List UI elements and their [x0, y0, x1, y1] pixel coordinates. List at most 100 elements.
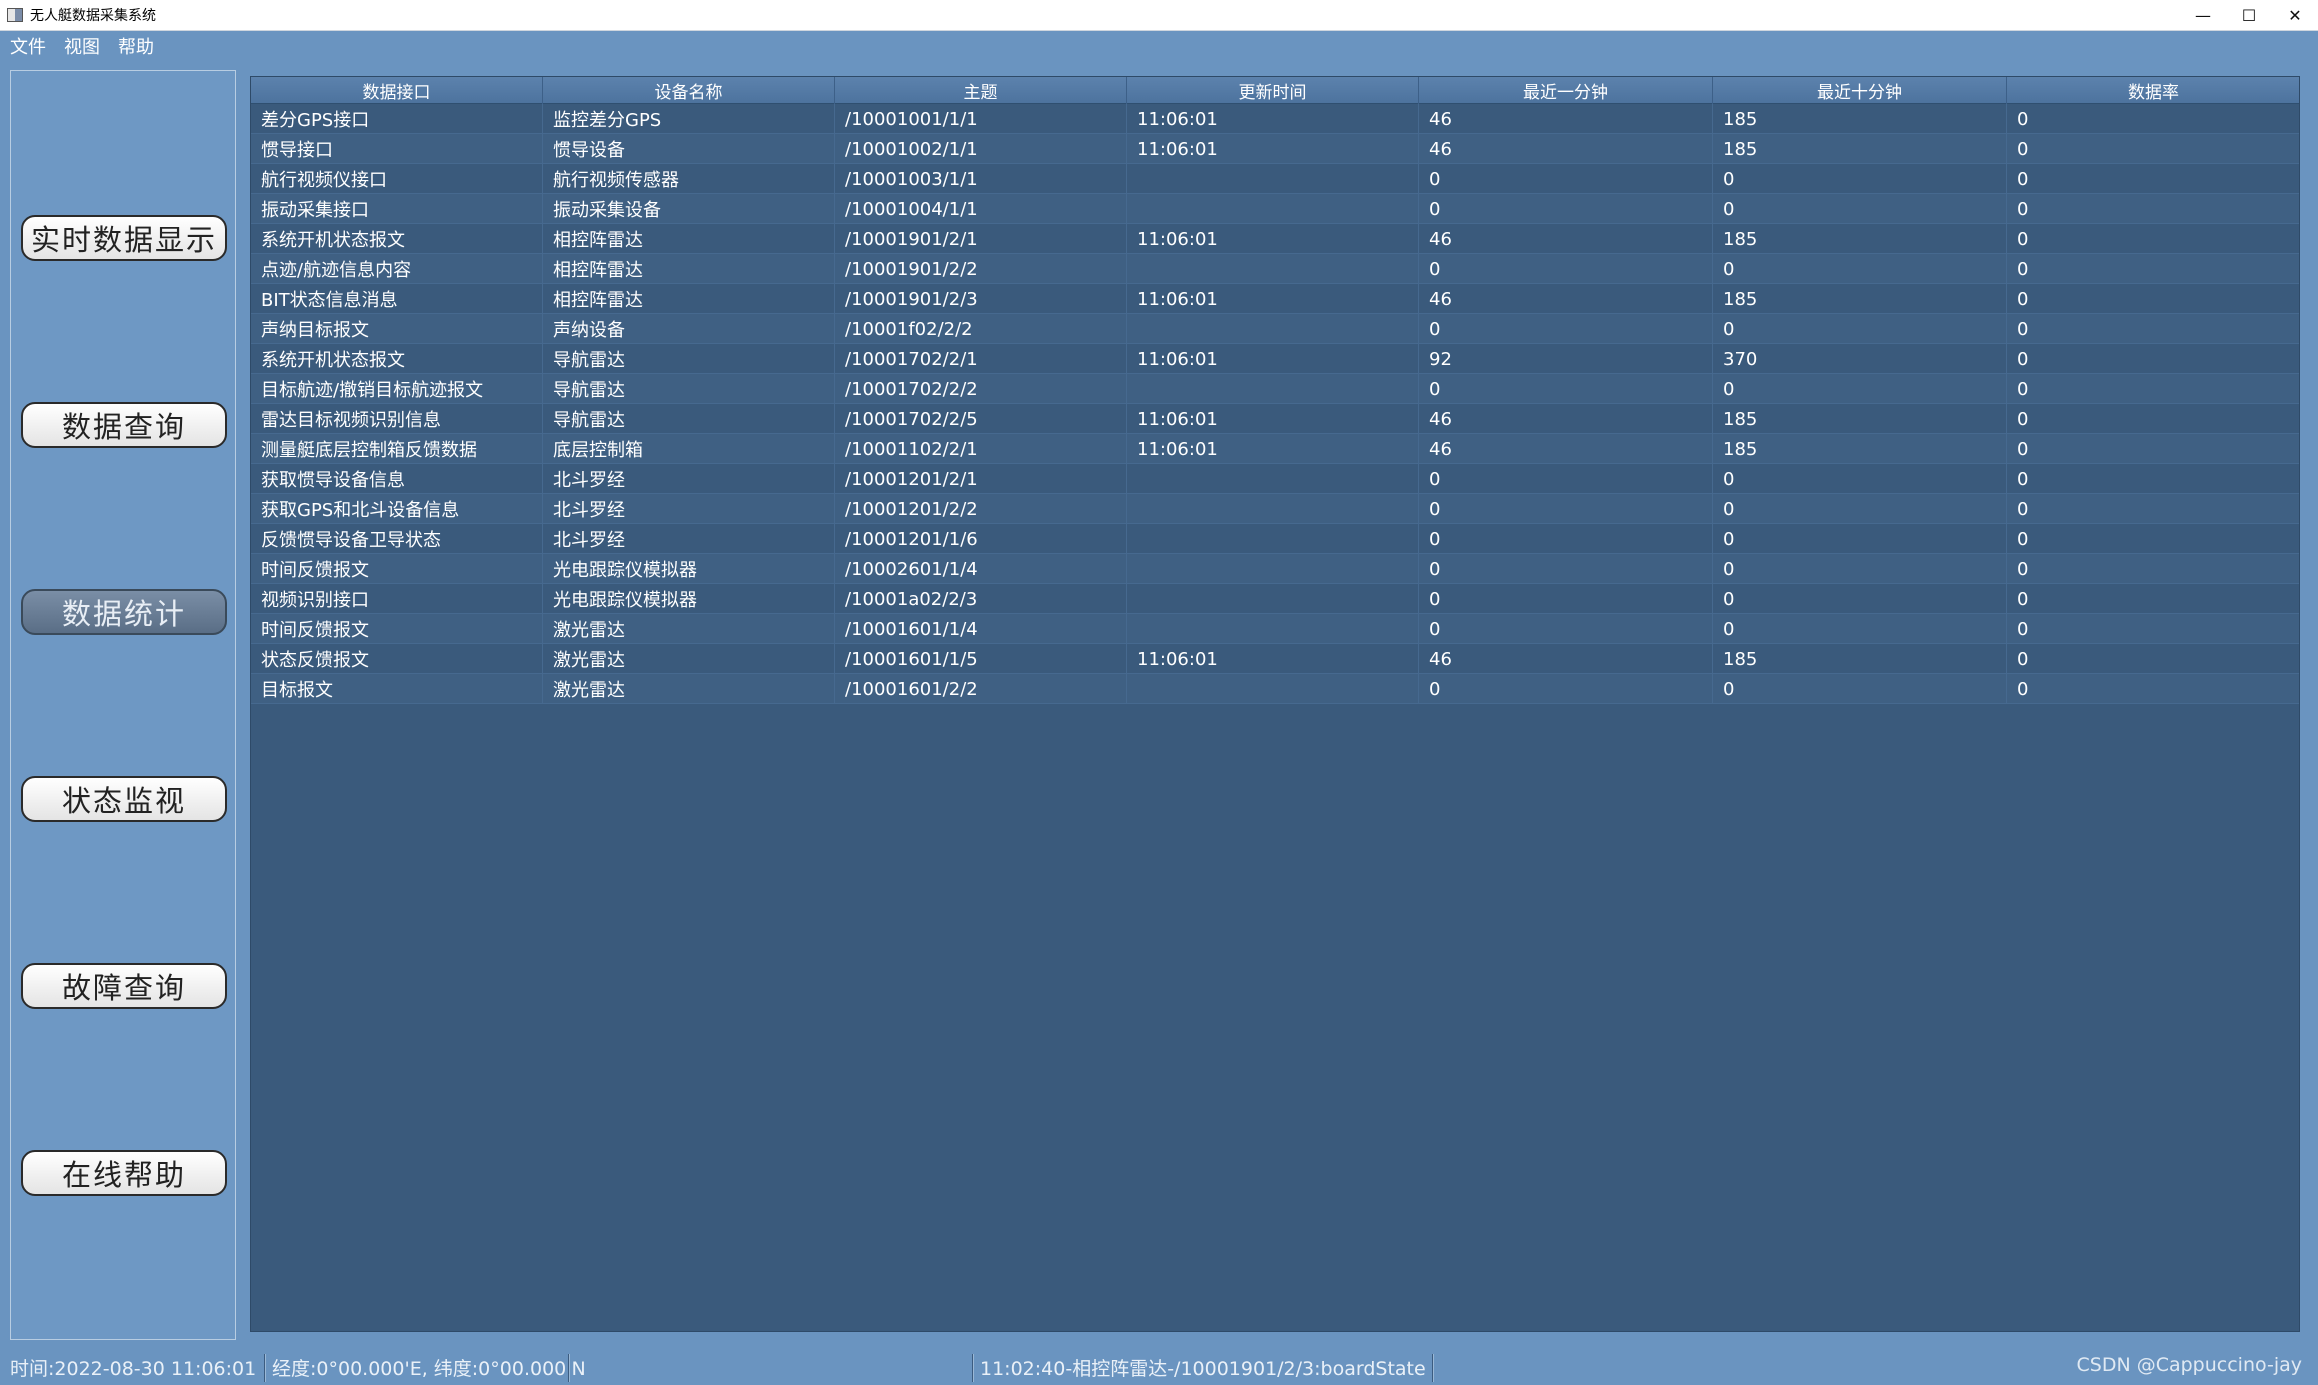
col-topic-cell: /10001001/1/1 — [835, 104, 1127, 134]
table-row[interactable]: 惯导接口 惯导设备/10001002/1/1 11:06:01 46 185 0 — [251, 134, 2299, 164]
col-interface-cell: 视频识别接口 — [251, 584, 543, 614]
col-last-ten-minutes-cell: 185 — [1713, 104, 2007, 134]
col-data-rate-header[interactable]: 数据率 — [2007, 77, 2299, 104]
col-data-rate-cell: 0 — [2007, 674, 2299, 704]
col-device-cell: 北斗罗经 — [543, 464, 835, 494]
col-data-rate-cell: 0 — [2007, 554, 2299, 584]
menu-view[interactable]: 视图 — [64, 33, 100, 59]
col-device-cell: 激光雷达 — [543, 674, 835, 704]
col-data-rate-cell: 0 — [2007, 224, 2299, 254]
col-device-cell: 导航雷达 — [543, 344, 835, 374]
table-row[interactable]: 时间反馈报文 光电跟踪仪模拟器/10002601/1/4 0 0 0 — [251, 554, 2299, 584]
table-row[interactable]: 目标航迹/撤销目标航迹报文 导航雷达/10001702/2/2 0 0 0 — [251, 374, 2299, 404]
col-interface-cell: 系统开机状态报文 — [251, 224, 543, 254]
minimize-icon[interactable]: — — [2180, 0, 2226, 31]
table-row[interactable]: 系统开机状态报文 导航雷达/10001702/2/1 11:06:01 92 370 0 — [251, 344, 2299, 374]
col-update-time-cell — [1127, 314, 1419, 344]
col-last-minute-cell: 46 — [1419, 644, 1713, 674]
col-last-minute-cell: 46 — [1419, 104, 1713, 134]
col-last-minute-cell: 0 — [1419, 164, 1713, 194]
table-row[interactable]: 视频识别接口 光电跟踪仪模拟器/10001a02/2/3 0 0 0 — [251, 584, 2299, 614]
table-row[interactable]: BIT状态信息消息 相控阵雷达/10001901/2/3 11:06:01 46 185… — [251, 284, 2299, 314]
col-update-time-header[interactable]: 更新时间 — [1127, 77, 1419, 104]
table-row[interactable]: 振动采集接口 振动采集设备/10001004/1/1 0 0 0 — [251, 194, 2299, 224]
table-row[interactable]: 测量艇底层控制箱反馈数据 底层控制箱/10001102/2/1 11:06:01 46… — [251, 434, 2299, 464]
col-last-ten-minutes-cell: 185 — [1713, 224, 2007, 254]
col-last-minute-cell: 46 — [1419, 284, 1713, 314]
col-data-rate-cell: 0 — [2007, 374, 2299, 404]
col-interface-cell: 时间反馈报文 — [251, 554, 543, 584]
menu-file[interactable]: 文件 — [10, 33, 46, 59]
col-last-minute-cell: 46 — [1419, 404, 1713, 434]
col-last-minute-cell: 0 — [1419, 554, 1713, 584]
col-update-time-cell: 11:06:01 — [1127, 104, 1419, 134]
col-last-minute-header[interactable]: 最近一分钟 — [1419, 77, 1713, 104]
table-row[interactable]: 获取GPS和北斗设备信息 北斗罗经/10001201/2/2 0 0 0 — [251, 494, 2299, 524]
table-row[interactable]: 声纳目标报文 声纳设备/10001f02/2/2 0 0 0 — [251, 314, 2299, 344]
col-topic-header[interactable]: 主题 — [835, 77, 1127, 104]
col-update-time-cell: 11:06:01 — [1127, 134, 1419, 164]
col-update-time-cell — [1127, 164, 1419, 194]
col-topic-cell: /10001601/1/4 — [835, 614, 1127, 644]
menu-help[interactable]: 帮助 — [118, 33, 154, 59]
table-row[interactable]: 系统开机状态报文 相控阵雷达/10001901/2/1 11:06:01 46 185 0 — [251, 224, 2299, 254]
col-last-ten-minutes-cell: 0 — [1713, 524, 2007, 554]
fault-query-button[interactable]: 故障查询 — [21, 963, 227, 1009]
col-topic-cell: /10001901/2/2 — [835, 254, 1127, 284]
col-last-minute-cell: 0 — [1419, 584, 1713, 614]
table-row[interactable]: 点迹/航迹信息内容 相控阵雷达/10001901/2/2 0 0 0 — [251, 254, 2299, 284]
table-row[interactable]: 差分GPS接口 监控差分GPS/10001001/1/1 11:06:01 46 185… — [251, 104, 2299, 134]
col-last-ten-minutes-cell: 370 — [1713, 344, 2007, 374]
maximize-icon[interactable]: ☐ — [2226, 0, 2272, 31]
status-separator — [568, 1353, 570, 1382]
title-bar: 无人艇数据采集系统 — ☐ ✕ — [0, 0, 2318, 31]
col-device-cell: 光电跟踪仪模拟器 — [543, 554, 835, 584]
table-row[interactable]: 状态反馈报文 激光雷达/10001601/1/5 11:06:01 46 185 0 — [251, 644, 2299, 674]
col-interface-cell: 雷达目标视频识别信息 — [251, 404, 543, 434]
table-row[interactable]: 获取惯导设备信息 北斗罗经/10001201/2/1 0 0 0 — [251, 464, 2299, 494]
online-help-button[interactable]: 在线帮助 — [21, 1150, 227, 1196]
col-device-cell: 相控阵雷达 — [543, 284, 835, 314]
col-update-time-cell — [1127, 374, 1419, 404]
col-interface-cell: 点迹/航迹信息内容 — [251, 254, 543, 284]
close-icon[interactable]: ✕ — [2272, 0, 2318, 31]
col-interface-cell: 目标航迹/撤销目标航迹报文 — [251, 374, 543, 404]
status-monitor-button[interactable]: 状态监视 — [21, 776, 227, 822]
col-topic-cell: /10001702/2/5 — [835, 404, 1127, 434]
col-update-time-cell — [1127, 464, 1419, 494]
window-title: 无人艇数据采集系统 — [30, 8, 156, 24]
col-device-cell: 航行视频传感器 — [543, 164, 835, 194]
table-row[interactable]: 时间反馈报文 激光雷达/10001601/1/4 0 0 0 — [251, 614, 2299, 644]
col-last-ten-minutes-cell: 185 — [1713, 404, 2007, 434]
data-query-button[interactable]: 数据查询 — [21, 402, 227, 448]
col-interface-cell: 目标报文 — [251, 674, 543, 704]
col-last-ten-minutes-cell: 185 — [1713, 134, 2007, 164]
col-last-ten-minutes-cell: 0 — [1713, 374, 2007, 404]
col-interface-header[interactable]: 数据接口 — [251, 77, 543, 104]
col-last-minute-cell: 0 — [1419, 674, 1713, 704]
col-data-rate-cell: 0 — [2007, 314, 2299, 344]
col-device-cell: 导航雷达 — [543, 404, 835, 434]
col-update-time-cell — [1127, 554, 1419, 584]
col-topic-cell: /10001702/2/1 — [835, 344, 1127, 374]
col-last-ten-minutes-cell: 185 — [1713, 284, 2007, 314]
col-last-minute-cell: 0 — [1419, 464, 1713, 494]
col-last-ten-minutes-cell: 0 — [1713, 164, 2007, 194]
table-row[interactable]: 目标报文 激光雷达/10001601/2/2 0 0 0 — [251, 674, 2299, 704]
col-topic-cell: /10001601/1/5 — [835, 644, 1127, 674]
col-device-cell: 导航雷达 — [543, 374, 835, 404]
col-data-rate-cell: 0 — [2007, 494, 2299, 524]
realtime-display-button[interactable]: 实时数据显示 — [21, 215, 227, 261]
col-data-rate-cell: 0 — [2007, 194, 2299, 224]
col-device-cell: 声纳设备 — [543, 314, 835, 344]
col-device-header[interactable]: 设备名称 — [543, 77, 835, 104]
table-row[interactable]: 反馈惯导设备卫导状态 北斗罗经/10001201/1/6 0 0 0 — [251, 524, 2299, 554]
table-row[interactable]: 航行视频仪接口 航行视频传感器/10001003/1/1 0 0 0 — [251, 164, 2299, 194]
table-row[interactable]: 雷达目标视频识别信息 导航雷达/10001702/2/5 11:06:01 46 185… — [251, 404, 2299, 434]
app-icon — [7, 8, 23, 22]
col-update-time-cell: 11:06:01 — [1127, 284, 1419, 314]
col-last-ten-minutes-header[interactable]: 最近十分钟 — [1713, 77, 2007, 104]
data-statistics-button[interactable]: 数据统计 — [21, 589, 227, 635]
col-device-cell: 振动采集设备 — [543, 194, 835, 224]
col-data-rate-cell: 0 — [2007, 134, 2299, 164]
